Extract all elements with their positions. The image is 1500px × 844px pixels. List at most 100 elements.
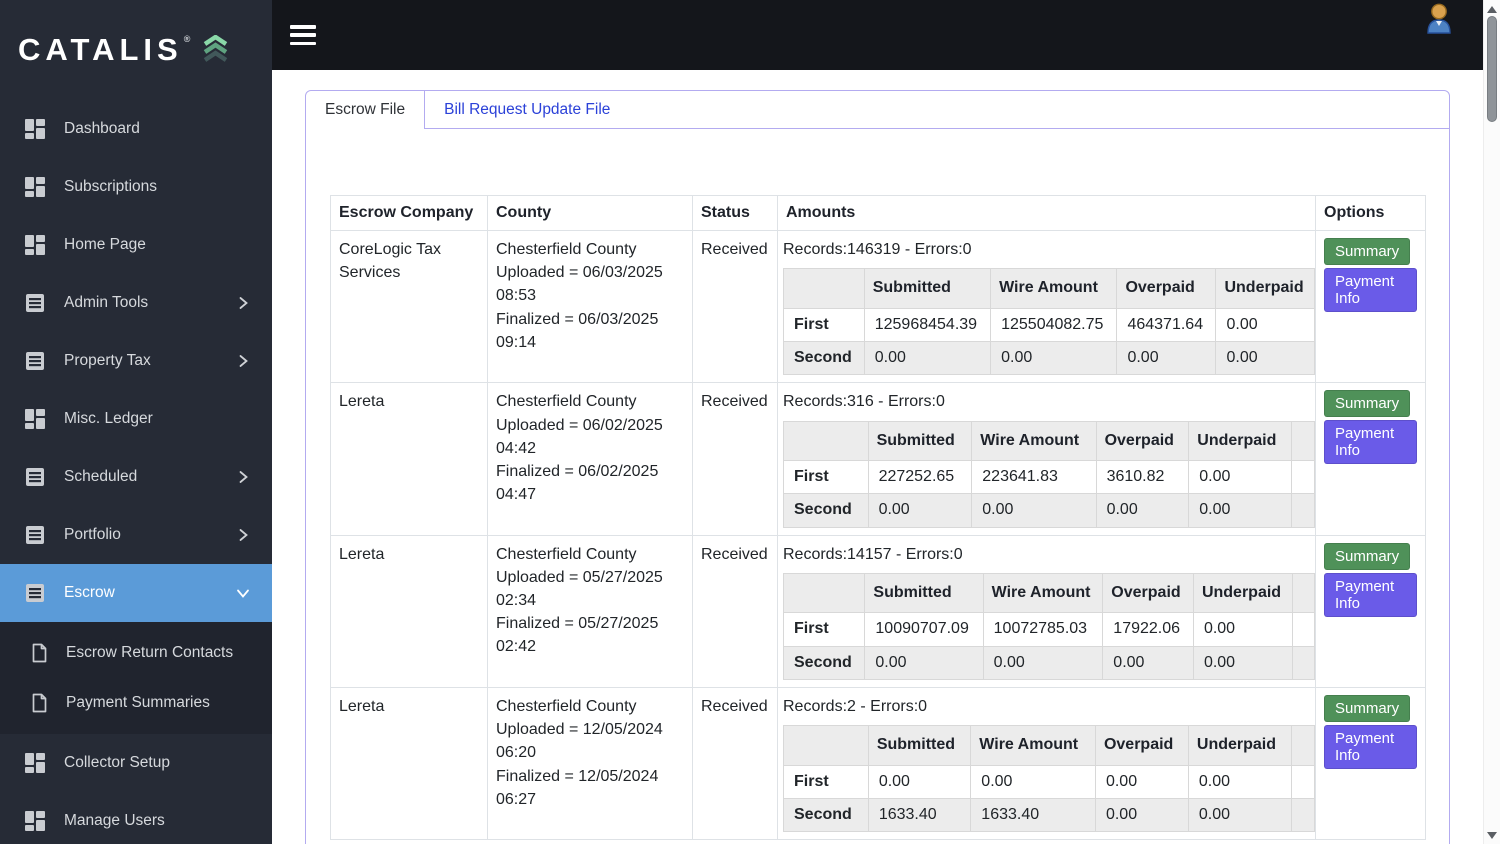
amount-value: 0.00 — [867, 764, 972, 800]
amounts-filler — [1292, 612, 1315, 647]
row-label: Second — [783, 798, 869, 833]
sidebar-item-scheduled[interactable]: Scheduled — [0, 448, 272, 506]
sidebar-item-subscriptions[interactable]: Subscriptions — [0, 158, 272, 216]
amounts-filler — [1291, 420, 1315, 461]
grid-icon — [24, 408, 46, 430]
amounts-col-header: Wire Amount — [970, 725, 1096, 766]
user-avatar-icon[interactable] — [1422, 2, 1456, 36]
sidebar-item-admin-tools[interactable]: Admin Tools — [0, 274, 272, 332]
amounts-cell: Records:316 - Errors:0 Submitted Wire Amou… — [777, 382, 1316, 536]
amount-value: 0.00 — [867, 493, 973, 528]
sidebar-item-label: Home Page — [64, 236, 146, 253]
payment-info-button[interactable]: Payment Info — [1324, 420, 1417, 465]
summary-button[interactable]: Summary — [1324, 542, 1411, 570]
table-row: Lereta Chesterfield County Uploaded = 05/2… — [330, 534, 1426, 689]
sidebar: CATALIS® Dashboard Subscriptions Home Page… — [0, 0, 272, 844]
sidebar-item-dashboard[interactable]: Dashboard — [0, 100, 272, 158]
sidebar-item-collector-setup[interactable]: Collector Setup — [0, 734, 272, 792]
amounts-col-header: Underpaid — [1188, 420, 1293, 461]
tab-escrow-file[interactable]: Escrow File — [306, 91, 426, 129]
amounts-header-row: Submitted Wire Amount Overpaid Underpaid — [783, 268, 1315, 309]
chevron-right-icon — [236, 354, 250, 368]
records-summary: Records:2 - Errors:0 — [783, 698, 928, 716]
sidebar-item-payment-summaries[interactable]: Payment Summaries — [0, 678, 272, 728]
sidebar-item-label: Payment Summaries — [66, 694, 210, 711]
scrollbar-thumb[interactable] — [1487, 16, 1497, 122]
sidebar-item-manage-users[interactable]: Manage Users — [0, 792, 272, 844]
status-cell: Received — [692, 229, 778, 384]
hamburger-menu-icon[interactable] — [290, 25, 316, 45]
payment-info-button[interactable]: Payment Info — [1324, 725, 1417, 770]
amounts-cell: Records:2 - Errors:0 Submitted Wire Amount… — [777, 687, 1316, 841]
summary-button[interactable]: Summary — [1324, 695, 1411, 723]
tab-label: Escrow File — [325, 100, 406, 118]
chevron-right-icon — [236, 470, 250, 484]
amounts-filler — [1291, 459, 1315, 495]
sidebar-item-portfolio[interactable]: Portfolio — [0, 506, 272, 564]
county-cell: Chesterfield County Uploaded = 05/27/2025… — [487, 534, 693, 689]
escrow-card: Escrow File Bill Request Update File Esc… — [305, 90, 1450, 844]
sidebar-item-label: Subscriptions — [64, 178, 158, 195]
amounts-col-header: Wire Amount — [971, 420, 1097, 461]
summary-button[interactable]: Summary — [1324, 390, 1411, 418]
amount-value: 0.00 — [863, 340, 992, 376]
amount-value: 10072785.03 — [982, 612, 1104, 647]
amounts-first-row: First 0.00 0.00 0.00 0.00 — [783, 764, 1315, 800]
scroll-up-arrow-icon[interactable] — [1487, 6, 1497, 13]
amount-value: 0.00 — [1215, 307, 1315, 342]
sidebar-item-label: Misc. Ledger — [64, 410, 153, 427]
amount-value: 1633.40 — [867, 798, 972, 833]
tab-bill-request-update-file[interactable]: Bill Request Update File — [425, 91, 629, 128]
brand-logo: CATALIS® — [0, 0, 272, 100]
amount-value: 3610.82 — [1095, 459, 1190, 495]
row-label: First — [783, 307, 865, 342]
sidebar-item-escrow-return-contacts[interactable]: Escrow Return Contacts — [0, 628, 272, 678]
amount-value: 464371.64 — [1116, 307, 1217, 342]
sidebar-item-label: Escrow — [64, 584, 115, 601]
tab-bar: Escrow File Bill Request Update File — [306, 91, 1449, 129]
ledger-icon — [24, 582, 46, 604]
amounts-filler — [1291, 798, 1315, 833]
amount-value: 0.00 — [1094, 798, 1189, 833]
amounts-col-header: Underpaid — [1192, 572, 1294, 614]
payment-info-button[interactable]: Payment Info — [1324, 572, 1417, 617]
amounts-col-header: Underpaid — [1215, 268, 1315, 309]
escrow-company-cell: Lereta — [330, 687, 488, 841]
amounts-header-row: Submitted Wire Amount Overpaid Underpaid — [783, 725, 1315, 766]
payment-info-button[interactable]: Payment Info — [1324, 268, 1417, 312]
registered-mark: ® — [183, 34, 196, 44]
sidebar-item-label: Portfolio — [64, 526, 121, 543]
row-label: First — [783, 459, 869, 495]
county-name: Chesterfield County — [496, 698, 637, 716]
options-cell: Summary Payment Info — [1315, 382, 1426, 536]
tab-label: Bill Request Update File — [444, 100, 611, 118]
chevron-down-icon — [236, 586, 250, 600]
sidebar-item-label: Property Tax — [64, 352, 151, 369]
table-row: CoreLogic Tax Services Chesterfield Count… — [330, 229, 1426, 384]
amounts-first-row: First 10090707.09 10072785.03 17922.06 0.00 — [782, 612, 1315, 647]
amounts-first-row: First 125968454.39 125504082.75 464371.64 0.… — [783, 307, 1315, 342]
col-amounts: Amounts — [777, 195, 1316, 231]
amounts-cell: Records:146319 - Errors:0 Submitted Wire A… — [777, 229, 1316, 384]
ledger-icon — [24, 350, 46, 372]
sidebar-item-property-tax[interactable]: Property Tax — [0, 332, 272, 390]
sidebar-item-misc-ledger[interactable]: Misc. Ledger — [0, 390, 272, 448]
amounts-table: Submitted Wire Amount Overpaid Underpaid Fir… — [782, 572, 1315, 681]
topbar — [272, 0, 1483, 70]
vertical-scrollbar[interactable] — [1483, 0, 1500, 844]
summary-button[interactable]: Summary — [1324, 238, 1411, 265]
ledger-icon — [24, 524, 46, 546]
sidebar-item-label: Manage Users — [64, 812, 165, 829]
sidebar-item-label: Collector Setup — [64, 754, 170, 771]
brand-chevrons-icon — [202, 35, 229, 65]
row-label: Second — [783, 493, 869, 528]
sidebar-item-home-page[interactable]: Home Page — [0, 216, 272, 274]
options-cell: Summary Payment Info — [1315, 687, 1426, 841]
amounts-cell: Records:14157 - Errors:0 Submitted Wire Am… — [777, 534, 1316, 689]
sidebar-item-escrow[interactable]: Escrow — [0, 564, 272, 622]
amounts-col-header — [783, 725, 869, 766]
status-cell: Received — [692, 382, 778, 536]
scroll-down-arrow-icon[interactable] — [1487, 832, 1497, 839]
sidebar-item-label: Scheduled — [64, 468, 138, 485]
amount-value: 0.00 — [990, 340, 1118, 376]
